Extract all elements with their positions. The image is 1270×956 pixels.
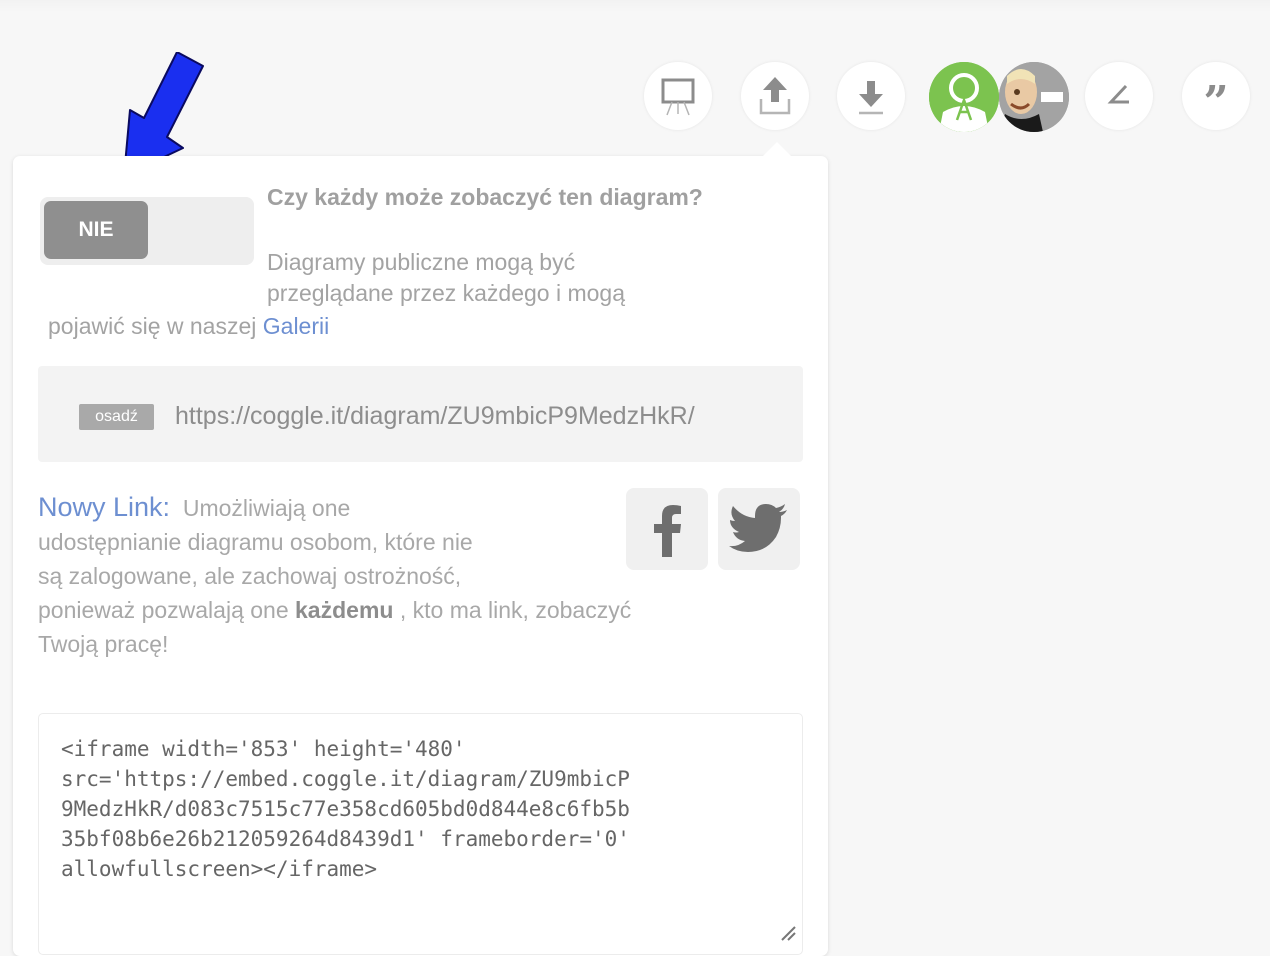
share-button[interactable]: [741, 62, 809, 130]
gallery-link[interactable]: Galerii: [263, 313, 329, 339]
twitter-icon: [729, 504, 787, 552]
embed-badge[interactable]: osadź: [79, 404, 154, 430]
download-icon: [859, 81, 883, 115]
facebook-share-button[interactable]: [626, 488, 708, 570]
new-link-text-4b: , kto ma link, zobaczyć: [393, 597, 632, 623]
new-link-text-1: Umożliwiają one: [182, 495, 351, 521]
new-link-line-5: Twoją pracę!: [38, 631, 169, 657]
twitter-share-button[interactable]: [718, 488, 800, 570]
visibility-description-line-3: pojawić się w naszej: [48, 313, 263, 339]
presentation-icon: [661, 78, 695, 116]
embed-link-box[interactable]: osadź https://coggle.it/diagram/ZU9mbicP…: [38, 366, 803, 462]
angle-button[interactable]: [1085, 62, 1153, 130]
user-photo-icon: [999, 62, 1069, 132]
visibility-description-tail: pojawić się w naszej Galerii: [48, 311, 329, 342]
presentation-button[interactable]: [644, 62, 712, 130]
new-link-button[interactable]: Nowy Link:: [38, 492, 170, 522]
visibility-description: Diagramy publiczne mogą być przeglądane …: [267, 247, 787, 309]
visibility-description-line-1: Diagramy publiczne mogą być: [267, 249, 576, 275]
angle-icon: [1107, 84, 1129, 104]
toggle-knob[interactable]: NIE: [44, 201, 148, 259]
quote-button[interactable]: ”: [1182, 62, 1250, 130]
share-upload-icon: [759, 77, 791, 115]
new-link-line-4: ponieważ pozwalają one każdemu , kto ma …: [38, 593, 798, 627]
resize-grip-icon[interactable]: [778, 923, 796, 941]
new-link-text-4a: ponieważ pozwalają one: [38, 597, 296, 623]
quote-icon: ”: [1203, 77, 1229, 128]
panel-caret: [762, 142, 792, 157]
embed-url[interactable]: https://coggle.it/diagram/ZU9mbicP9MedzH…: [175, 399, 800, 433]
visibility-heading: Czy każdy może zobaczyć ten diagram?: [267, 184, 703, 210]
top-bar: [0, 0, 1270, 12]
visibility-description-line-2: przeglądane przez każdego i mogą: [267, 280, 626, 306]
new-link-emphasis: każdemu: [295, 597, 394, 623]
iframe-code-textarea[interactable]: <iframe width='853' height='480' src='ht…: [38, 713, 803, 955]
download-button[interactable]: [837, 62, 905, 130]
visibility-toggle[interactable]: NIE: [40, 197, 254, 265]
iframe-code[interactable]: <iframe width='853' height='480' src='ht…: [61, 734, 796, 884]
collaborator-avatar-2[interactable]: [999, 62, 1069, 132]
facebook-icon: [654, 505, 681, 557]
collaborator-avatars[interactable]: [929, 62, 1071, 132]
collaborator-avatar-1[interactable]: [929, 62, 999, 132]
default-user-icon: [929, 62, 999, 132]
